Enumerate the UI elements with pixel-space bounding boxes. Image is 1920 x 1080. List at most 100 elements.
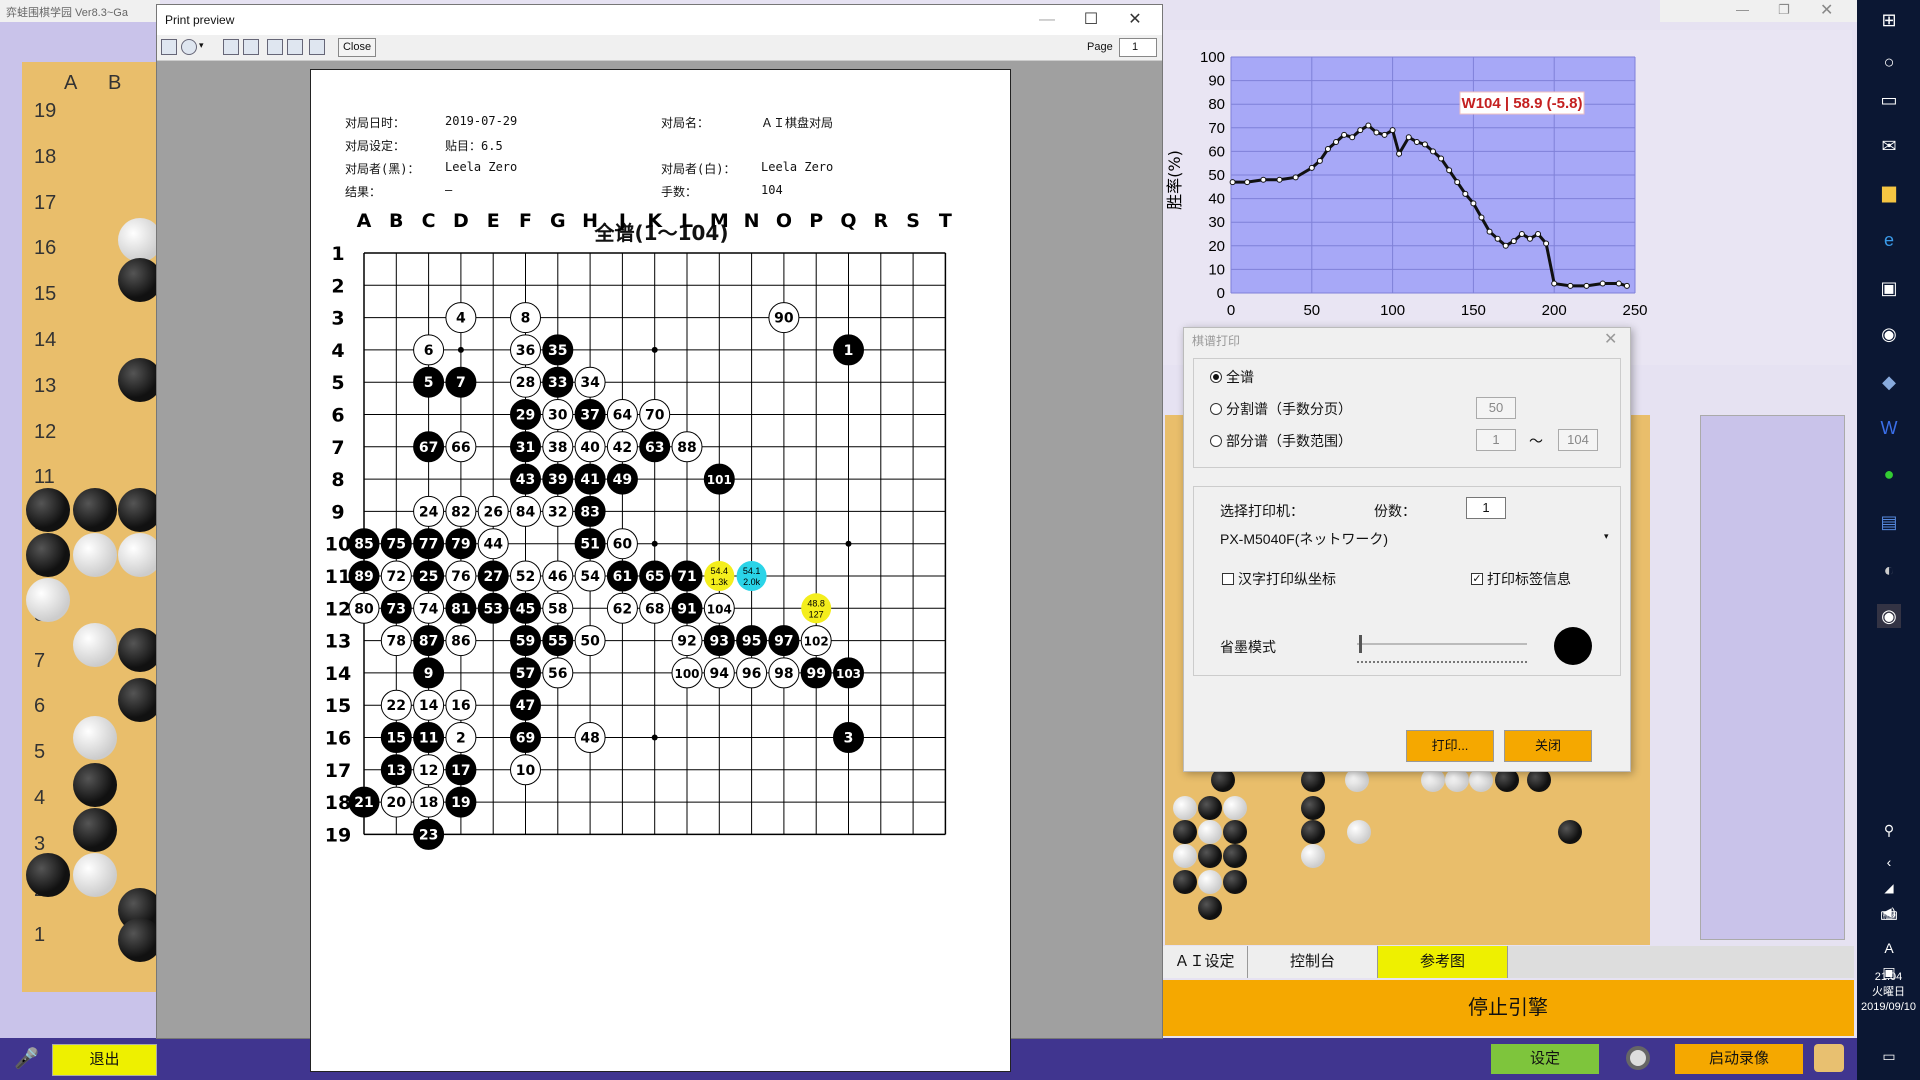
checkbox-kanji-coordinates[interactable] — [1222, 573, 1234, 585]
move-number: 45 — [516, 601, 535, 617]
search-icon[interactable]: ○ — [1877, 50, 1901, 74]
ime-icon[interactable]: A ▣ — [1877, 936, 1901, 980]
ink-save-slider[interactable] — [1357, 635, 1527, 667]
exit-button[interactable]: 退出 — [52, 1044, 157, 1076]
microphone-icon[interactable]: 🎤 — [14, 1046, 39, 1071]
tab-reference[interactable]: 参考图 — [1378, 946, 1508, 978]
move-number: 97 — [774, 634, 793, 650]
board-stone — [1223, 820, 1247, 844]
kifu-stone: 97 — [768, 625, 800, 657]
people-icon[interactable]: ⚲ — [1877, 818, 1901, 842]
remote-desktop-icon[interactable]: ▤ — [1877, 510, 1901, 534]
four-pages-icon[interactable] — [287, 39, 303, 55]
kifu-stone: 10 — [510, 754, 541, 786]
star-point — [651, 734, 658, 741]
close-icon[interactable]: ✕ — [1604, 329, 1617, 349]
move-number: 102 — [804, 635, 829, 649]
printer-select[interactable]: PX-M5040F(ネットワーク) — [1220, 529, 1388, 549]
two-pages-icon[interactable] — [243, 39, 259, 55]
move-number: 18 — [419, 795, 438, 811]
minimize-icon[interactable]: — — [1027, 8, 1067, 32]
print-button[interactable]: 打印... — [1406, 730, 1494, 762]
data-point — [1470, 200, 1477, 207]
store-icon[interactable]: ▣ — [1877, 276, 1901, 300]
paint-icon[interactable]: ◐ — [1877, 558, 1901, 582]
print-preview-toolbar: ▾ Close Page 1 — [157, 35, 1162, 61]
tab-console[interactable]: 控制台 — [1248, 946, 1378, 978]
row-label: 3 — [331, 308, 344, 330]
close-button[interactable]: 关闭 — [1504, 730, 1592, 762]
move-number: 67 — [419, 440, 438, 456]
print-preview-titlebar[interactable]: Print preview — ☐ ✕ — [157, 5, 1162, 35]
y-tick-label: 90 — [1208, 73, 1225, 90]
range-to-input[interactable]: 104 — [1558, 429, 1598, 451]
print-icon[interactable] — [161, 39, 177, 55]
igo-app-icon[interactable]: ◉ — [1877, 322, 1901, 346]
move-number: 99 — [806, 666, 825, 682]
radio-split[interactable] — [1210, 403, 1222, 415]
record-icon[interactable] — [1626, 1046, 1650, 1070]
kifu-stone: 27 — [477, 560, 509, 592]
kifu-stone: 73 — [380, 592, 412, 624]
data-point — [1623, 282, 1630, 289]
split-moves-input[interactable]: 50 — [1476, 397, 1516, 419]
zoom-icon[interactable] — [181, 39, 197, 55]
move-number: 11 — [419, 731, 438, 747]
kifu-stone: 12 — [413, 754, 445, 786]
star-point — [457, 346, 464, 353]
chevron-left-icon[interactable]: ‹ — [1877, 850, 1901, 874]
board-stone — [118, 358, 160, 402]
restore-icon[interactable]: ❐ — [1778, 2, 1790, 18]
move-number: 38 — [548, 440, 567, 456]
x-tick-label: 200 — [1542, 302, 1567, 319]
candidate-winrate: 48.8 — [807, 598, 825, 608]
move-number: 13 — [387, 763, 406, 779]
app-icon[interactable]: ◆ — [1877, 370, 1901, 394]
one-page-icon[interactable] — [223, 39, 239, 55]
board-stone — [1301, 820, 1325, 844]
board-stone — [1198, 896, 1222, 920]
data-point — [1396, 150, 1403, 157]
three-pages-icon[interactable] — [267, 39, 283, 55]
network-volume-icon[interactable]: ◢ ◀) — [1877, 876, 1901, 919]
chevron-down-icon[interactable]: ▾ — [1604, 531, 1609, 542]
radio-partial[interactable] — [1210, 435, 1222, 447]
move-number: 78 — [387, 634, 406, 650]
data-point — [1535, 231, 1542, 237]
close-icon[interactable]: ✕ — [1820, 0, 1833, 20]
move-number: 100 — [674, 667, 699, 681]
radio-full[interactable] — [1210, 371, 1222, 383]
start-recording-button[interactable]: 启动录像 — [1675, 1044, 1803, 1074]
word-icon[interactable]: W — [1877, 416, 1901, 440]
stone-bowl-icon[interactable] — [1814, 1044, 1844, 1072]
copies-input[interactable]: 1 — [1466, 497, 1506, 519]
chevron-down-icon[interactable]: ▾ — [199, 40, 204, 51]
six-pages-icon[interactable] — [309, 39, 325, 55]
task-view-icon[interactable]: ▭ — [1877, 88, 1901, 112]
minimize-icon[interactable]: — — [1736, 2, 1749, 17]
windows-start-icon[interactable]: ⊞ — [1877, 8, 1901, 32]
close-icon[interactable]: ✕ — [1115, 8, 1155, 32]
range-from-input[interactable]: 1 — [1476, 429, 1516, 451]
edge-icon[interactable]: e — [1877, 228, 1901, 252]
data-point — [1349, 134, 1356, 141]
column-label: F — [519, 210, 532, 232]
kifu-stone: 96 — [736, 657, 768, 689]
kifu-stone: 50 — [574, 625, 606, 657]
keyboard-icon[interactable]: ⌨ — [1877, 904, 1901, 928]
move-number: 34 — [580, 375, 600, 391]
close-preview-button[interactable]: Close — [338, 38, 376, 57]
notification-icon[interactable]: ▭ — [1877, 1044, 1901, 1068]
kifu-stone: 30 — [542, 399, 574, 430]
checkbox-print-tags[interactable]: ✓ — [1471, 573, 1483, 585]
igo-app-active-icon[interactable]: ◉ — [1877, 604, 1901, 628]
mail-icon[interactable]: ✉ — [1877, 134, 1901, 158]
folder-icon[interactable]: ▆ — [1877, 180, 1901, 204]
wechat-icon[interactable]: ● — [1877, 462, 1901, 486]
taskbar-clock[interactable]: 21:04 火曜日 2019/09/10 — [1857, 970, 1920, 1030]
page-number-input[interactable]: 1 — [1119, 38, 1157, 57]
maximize-icon[interactable]: ☐ — [1071, 8, 1111, 32]
stop-engine-button[interactable]: 停止引擎 — [1162, 980, 1854, 1036]
settings-button[interactable]: 设定 — [1491, 1044, 1599, 1074]
tab-ai-settings[interactable]: ＡＩ设定 — [1162, 946, 1248, 978]
